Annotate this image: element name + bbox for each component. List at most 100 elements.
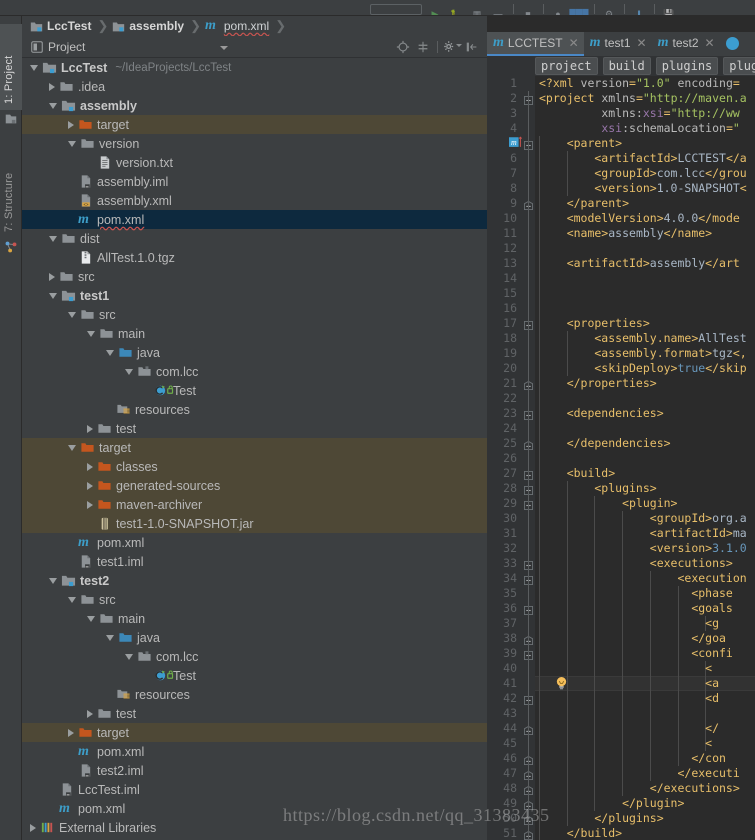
code-line[interactable]: 27 <build> — [487, 466, 755, 481]
tree-toggle-open-icon[interactable] — [68, 444, 76, 451]
code-line[interactable]: 50 </plugins> — [487, 811, 755, 826]
tree-toggle-closed-icon[interactable] — [87, 500, 93, 509]
code-line[interactable]: 10 <modelVersion>4.0.0</mode — [487, 211, 755, 226]
tree-row-resources[interactable]: resources — [22, 400, 487, 419]
tree-row-main[interactable]: main — [22, 609, 487, 628]
tree-toggle-open-icon[interactable] — [87, 615, 95, 622]
locate-icon[interactable] — [393, 38, 413, 56]
code-editor[interactable]: 1 <?xml version="1.0" encoding= 2 <project … — [487, 76, 755, 840]
tree-toggle-open-icon[interactable] — [106, 349, 114, 356]
code-line[interactable]: 6 <artifactId>LCCTEST</a — [487, 151, 755, 166]
code-line[interactable]: 39 <confi — [487, 646, 755, 661]
tree-toggle-open-icon[interactable] — [68, 311, 76, 318]
code-line[interactable]: 8 <version>1.0-SNAPSHOT< — [487, 181, 755, 196]
code-line[interactable]: 32 <version>3.1.0 — [487, 541, 755, 556]
code-line[interactable]: 31 <artifactId>ma — [487, 526, 755, 541]
tree-row-generated-sources[interactable]: generated-sources — [22, 476, 487, 495]
code-line[interactable]: 34 <execution — [487, 571, 755, 586]
settings-icon[interactable]: ⚙ — [600, 1, 618, 16]
tree-toggle-open-icon[interactable] — [125, 653, 133, 660]
tree-toggle-open-icon[interactable] — [30, 64, 38, 71]
tree-row-test1-iml[interactable]: test1.iml — [22, 552, 487, 571]
tree-row-test1-1-0-snapshot-jar[interactable]: test1-1.0-SNAPSHOT.jar — [22, 514, 487, 533]
tree-row-java[interactable]: java — [22, 343, 487, 362]
code-line[interactable]: 24 — [487, 421, 755, 436]
tree-toggle-closed-icon[interactable] — [49, 272, 55, 281]
code-line[interactable]: 26 — [487, 451, 755, 466]
hide-panel-icon[interactable] — [462, 38, 482, 56]
tree-row-dist[interactable]: dist — [22, 229, 487, 248]
code-line[interactable]: 12 — [487, 241, 755, 256]
tree-row-test2-iml[interactable]: test2.iml — [22, 761, 487, 780]
code-line[interactable]: 37 <g — [487, 616, 755, 631]
tree-toggle-closed-icon[interactable] — [68, 120, 74, 129]
tree-row-java[interactable]: java — [22, 628, 487, 647]
code-line[interactable]: 3 xmlns:xsi="http://ww — [487, 106, 755, 121]
tree-toggle-closed-icon[interactable] — [87, 462, 93, 471]
code-breadcrumb-plugins[interactable]: plugins — [655, 57, 719, 75]
profile-icon[interactable]: ▬ — [489, 1, 507, 16]
tree-toggle-open-icon[interactable] — [125, 368, 133, 375]
code-line[interactable]: 2 <project xmlns="http://maven.a — [487, 91, 755, 106]
tree-toggle-open-icon[interactable] — [49, 292, 57, 299]
sidebar-item-structure[interactable]: 7: Structure — [0, 134, 22, 238]
tree-row-alltest-1-0-tgz[interactable]: AllTest.1.0.tgz — [22, 248, 487, 267]
code-line[interactable]: 33 <executions> — [487, 556, 755, 571]
code-line[interactable]: 44 </ — [487, 721, 755, 736]
editor-tab-bar[interactable]: m LCCTEST ✕ m test1 ✕ m test2 ✕ — [487, 32, 755, 56]
breadcrumb-item-lcctest[interactable]: LccTest — [30, 16, 91, 36]
code-line[interactable]: 7 <groupId>com.lcc</grou — [487, 166, 755, 181]
code-line[interactable]: 40 < — [487, 661, 755, 676]
tree-toggle-closed-icon[interactable] — [49, 82, 55, 91]
tree-row-pom-xml[interactable]: m pom.xml — [22, 799, 487, 818]
code-line[interactable]: 29 <plugin> — [487, 496, 755, 511]
tree-toggle-closed-icon[interactable] — [68, 728, 74, 737]
code-line[interactable]: 43 — [487, 706, 755, 721]
run-config-box[interactable] — [370, 4, 422, 15]
code-line[interactable]: 17 <properties> — [487, 316, 755, 331]
code-breadcrumb-build[interactable]: build — [602, 57, 651, 75]
code-line[interactable]: 49 </plugin> — [487, 796, 755, 811]
close-icon[interactable]: ✕ — [705, 36, 715, 50]
tree-row-target[interactable]: target — [22, 115, 487, 134]
tree-row-target[interactable]: target — [22, 723, 487, 742]
tree-row-pom-xml[interactable]: m pom.xml — [22, 742, 487, 761]
vcs-update-icon[interactable]: ⬇ — [630, 1, 648, 16]
code-line[interactable]: 19 <assembly.format>tgz<, — [487, 346, 755, 361]
tree-row-maven-archiver[interactable]: maven-archiver — [22, 495, 487, 514]
tree-row-test[interactable]: Test — [22, 381, 487, 400]
stop-icon[interactable]: ■ — [519, 1, 537, 16]
code-line[interactable]: 16 — [487, 301, 755, 316]
code-line[interactable]: 42 <d — [487, 691, 755, 706]
editor-tab-extra[interactable] — [720, 32, 744, 56]
project-tree[interactable]: LccTest ~/IdeaProjects/LccTest .idea assemb… — [22, 58, 487, 840]
code-line[interactable]: 13 <artifactId>assembly</art — [487, 256, 755, 271]
close-icon[interactable]: ✕ — [569, 36, 579, 50]
code-breadcrumb-project[interactable]: project — [535, 57, 598, 75]
tree-toggle-closed-icon[interactable] — [87, 709, 93, 718]
save-all-icon[interactable]: 💾 — [660, 1, 678, 16]
tree-row-pom-xml[interactable]: m pom.xml — [22, 210, 487, 229]
breadcrumb-item-assembly[interactable]: assembly — [112, 16, 184, 36]
code-line[interactable]: 20 <skipDeploy>true</skip — [487, 361, 755, 376]
debug-icon[interactable]: 🐛 — [447, 1, 465, 16]
chevron-down-icon[interactable] — [220, 46, 228, 50]
search-everywhere-icon[interactable]: ● — [549, 1, 567, 16]
code-line[interactable]: 11 <name>assembly</name> — [487, 226, 755, 241]
code-line[interactable]: 36 <goals — [487, 601, 755, 616]
code-line[interactable]: 23 <dependencies> — [487, 406, 755, 421]
code-line[interactable]: 5m <parent> — [487, 136, 755, 151]
code-line[interactable]: 18 <assembly.name>AllTest — [487, 331, 755, 346]
tree-toggle-open-icon[interactable] — [68, 596, 76, 603]
tree-row-version[interactable]: version — [22, 134, 487, 153]
tree-row-test1[interactable]: test1 — [22, 286, 487, 305]
tree-toggle-open-icon[interactable] — [87, 330, 95, 337]
maven-reimport-gutter-icon[interactable]: m — [509, 136, 523, 149]
code-line[interactable]: 48 </executions> — [487, 781, 755, 796]
tree-row-test[interactable]: Test — [22, 666, 487, 685]
tree-toggle-open-icon[interactable] — [49, 102, 57, 109]
code-line[interactable]: 1 <?xml version="1.0" encoding= — [487, 76, 755, 91]
code-line[interactable]: 46 </con — [487, 751, 755, 766]
tree-row-lcctest-iml[interactable]: LccTest.iml — [22, 780, 487, 799]
tree-row-pom-xml[interactable]: m pom.xml — [22, 533, 487, 552]
